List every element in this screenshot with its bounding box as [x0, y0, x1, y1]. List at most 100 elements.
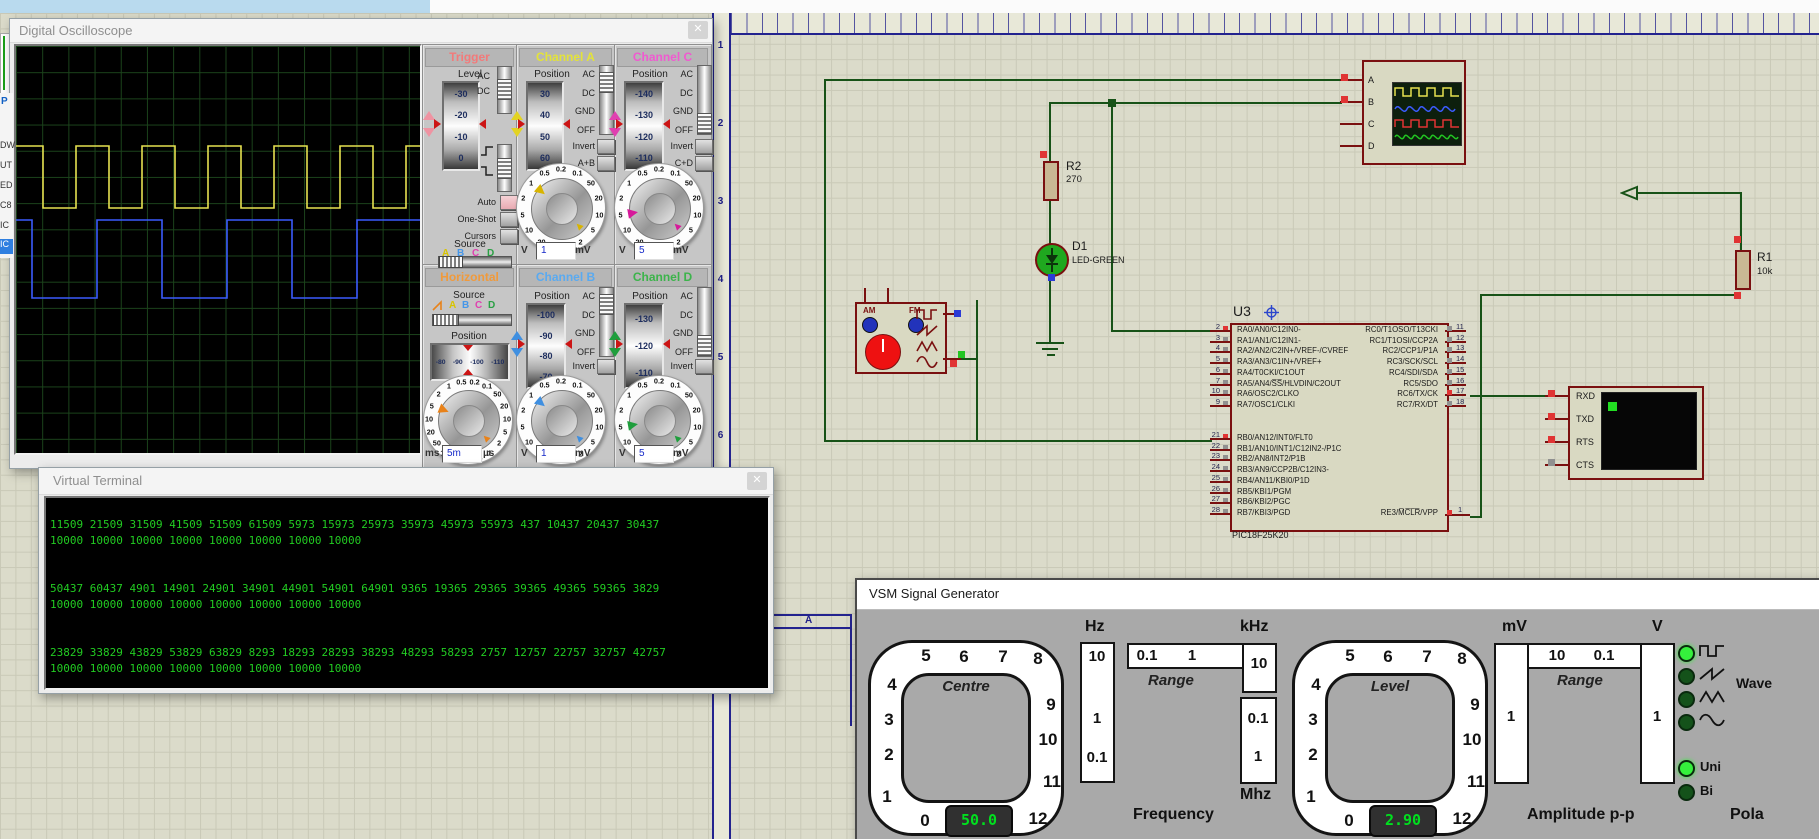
wire-gen-vertical[interactable]	[976, 300, 978, 442]
signal-generator-titlebar[interactable]: VSM Signal Generator	[857, 580, 1819, 610]
wave-square-led[interactable]	[1678, 645, 1695, 662]
wire-left-vertical[interactable]	[824, 79, 826, 442]
oscilloscope-window[interactable]: Digital Oscilloscope ✕ Trigger Channel A…	[9, 18, 713, 469]
scope-pin[interactable]	[1340, 92, 1364, 114]
object-selector-fragment[interactable]: P DW UT ED C8 IC IC	[0, 93, 13, 258]
channel-c-position-slider[interactable]: -140-130-120-110	[624, 81, 664, 171]
wire-r1-top[interactable]	[1740, 192, 1742, 252]
bi-led[interactable]	[1678, 784, 1695, 801]
terminal-pin[interactable]	[1545, 386, 1570, 409]
scope-pin[interactable]	[1340, 136, 1364, 158]
wave-saw-led[interactable]	[1678, 668, 1695, 685]
slider-tick-label: -130	[635, 110, 653, 120]
horizontal-source-slider[interactable]	[432, 314, 512, 326]
channel-c-value[interactable]: 5	[634, 242, 674, 260]
horizontal-value[interactable]: 5m	[442, 445, 482, 463]
selector-item-ic[interactable]: IC	[0, 220, 9, 230]
terminal-pin[interactable]	[1545, 409, 1570, 432]
u3-part-number: PIC18F25K20	[1232, 530, 1289, 540]
knob-scale-label: 2	[521, 193, 525, 202]
gen-main-knob[interactable]	[865, 334, 901, 370]
wire-rb0[interactable]	[824, 440, 1212, 442]
waveform-label: Wave	[1736, 675, 1772, 691]
selector-item-ut[interactable]: UT	[0, 160, 12, 170]
channel-b-value[interactable]: 1	[536, 445, 576, 463]
u3-rb-labels: RB0/AN12/INT0/FLT0RB1/AN10/INT1/C12IN2-/…	[1237, 433, 1442, 519]
wire-r1-bottom[interactable]	[1480, 294, 1738, 296]
wire-r2-top[interactable]	[1049, 102, 1051, 162]
wire-ra0[interactable]	[1111, 330, 1212, 332]
u3-pin[interactable]: 9	[1208, 400, 1234, 411]
channel-c-coupling-slider[interactable]	[697, 65, 712, 135]
terminal-pin-label: CTS	[1576, 455, 1606, 478]
led-d1[interactable]	[1035, 243, 1069, 277]
d1-value: LED-GREEN	[1072, 255, 1125, 265]
virtual-terminal-window[interactable]: Virtual Terminal ✕ 11509 21509 31509 415…	[38, 467, 774, 694]
coupling-option-label: OFF	[577, 347, 595, 357]
knob-scale-label: 0.5	[539, 168, 549, 177]
wire-scope-b[interactable]	[1049, 102, 1342, 104]
terminal-pin[interactable]	[1545, 432, 1570, 455]
trigger-coupling-slider[interactable]	[497, 66, 512, 114]
trigger-source-slider[interactable]	[438, 256, 512, 268]
knob-scale-label: 10	[595, 422, 603, 431]
selector-item-c8[interactable]: C8	[0, 200, 12, 210]
terminal-pin[interactable]	[1545, 455, 1570, 478]
wire-terminal-top[interactable]	[1636, 192, 1742, 194]
scope-pin[interactable]	[1340, 70, 1364, 92]
wave-sine-led[interactable]	[1678, 714, 1695, 731]
generator-component[interactable]: AM FM	[855, 302, 947, 374]
wire-junction	[1108, 99, 1116, 107]
selector-item-ed[interactable]: ED	[0, 180, 13, 190]
knob-scale-label: 50	[685, 390, 693, 399]
channel-d-coupling-slider[interactable]	[697, 287, 712, 357]
terminal-line	[50, 614, 766, 630]
selector-item-selected[interactable]: IC	[0, 239, 13, 254]
trigger-edge-slider[interactable]	[497, 144, 512, 192]
p-device-icon[interactable]: P	[1, 96, 8, 107]
wire-scope-a[interactable]	[824, 79, 1342, 81]
channel-c-gain-knob[interactable]: 20105210.50.20.150201052	[614, 163, 704, 253]
channel-d-value[interactable]: 5	[634, 445, 674, 463]
channel-a-value[interactable]: 1	[536, 242, 576, 260]
oscilloscope-close-button[interactable]: ✕	[688, 21, 708, 39]
gen-top-pin2	[887, 288, 889, 302]
knob-scale-label: 1	[447, 381, 451, 390]
uni-led[interactable]	[1678, 760, 1695, 777]
virtual-terminal-close-button[interactable]: ✕	[747, 472, 767, 490]
u3-re3-label: RE3/M̅C̅L̅R̅/VPP	[1330, 508, 1438, 519]
resistor-r2[interactable]	[1043, 161, 1059, 201]
channel-a-invert-button[interactable]	[597, 139, 615, 154]
selector-item-dw[interactable]: DW	[0, 140, 15, 150]
channel-a-gain-knob[interactable]: 20105210.50.20.150201052	[516, 163, 606, 253]
u3-pin[interactable]: 28	[1208, 508, 1234, 519]
wave-triangle-led[interactable]	[1678, 691, 1695, 708]
u3-rc-stubs: 1112131415161718	[1445, 325, 1485, 411]
resistor-r1[interactable]	[1735, 250, 1751, 290]
mhz-label: Mhz	[1240, 786, 1271, 804]
horizontal-arrow-top	[463, 345, 473, 351]
channel-d-invert-button[interactable]	[695, 359, 713, 374]
virtual-terminal-titlebar[interactable]: Virtual Terminal ✕	[39, 468, 773, 495]
channel-c-invert-button[interactable]	[695, 139, 713, 154]
virtual-terminal-screen[interactable]: 11509 21509 31509 41509 51509 61509 5973…	[44, 496, 770, 690]
scope-pin[interactable]	[1340, 114, 1364, 136]
level-dial[interactable]: 0 1 2 3 4 5 6 7 8 9 10 11 12 Level 2.90	[1292, 640, 1488, 836]
wire-ra0-vertical[interactable]	[1111, 102, 1113, 332]
signal-generator-window[interactable]: VSM Signal Generator 0 1 2 3 4 5 6 7 8 9…	[855, 578, 1819, 839]
slider-tick-label: -20	[454, 110, 467, 120]
power-terminal-arrow-icon[interactable]	[1620, 185, 1638, 201]
horizontal-source-c: C	[475, 300, 482, 311]
channel-d-title: Channel D	[617, 268, 708, 287]
oscilloscope-traces	[16, 46, 420, 453]
channel-a-coupling-labels: ACDCGNDOFF	[567, 69, 595, 135]
rising-edge-icon	[480, 145, 494, 157]
horizontal-title: Horizontal	[425, 268, 514, 287]
oscilloscope-titlebar[interactable]: Digital Oscilloscope ✕	[10, 19, 712, 43]
channel-a-position-slider[interactable]: 30405060	[526, 81, 564, 171]
u3-pin[interactable]: 18	[1445, 400, 1485, 411]
wire-r2-d1[interactable]	[1049, 198, 1051, 244]
centre-dial[interactable]: 0 1 2 3 4 5 6 7 8 9 10 11 12 Centre 50.0	[868, 640, 1064, 836]
channel-b-invert-button[interactable]	[597, 359, 615, 374]
gen-am-knob[interactable]	[862, 317, 878, 333]
